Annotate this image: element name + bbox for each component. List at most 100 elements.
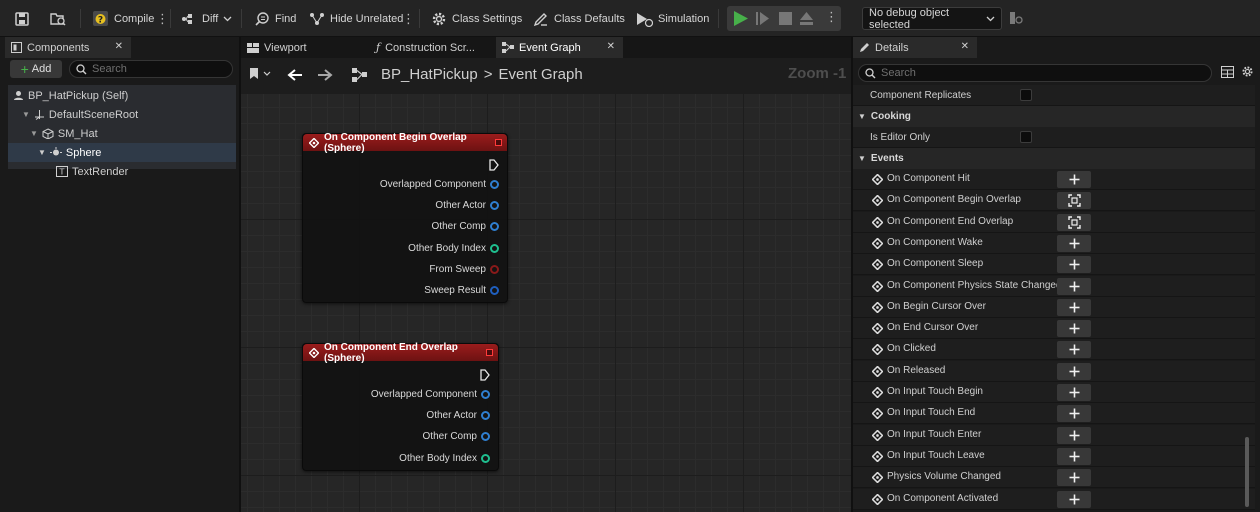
add-event-button[interactable]	[1057, 447, 1091, 465]
add-event-button[interactable]	[1057, 362, 1091, 380]
event-diamond-icon	[872, 472, 883, 484]
compile-button[interactable]: ? Compile	[92, 0, 154, 37]
pin-overlapped-component[interactable]: Overlapped Component	[371, 387, 490, 401]
breadcrumb-blueprint[interactable]: BP_HatPickup	[381, 66, 478, 83]
event-node-end-overlap[interactable]: On Component End Overlap (Sphere) Overla…	[302, 342, 499, 471]
play-options-button[interactable]: ⋮	[825, 10, 838, 24]
find-button[interactable]: Find	[254, 0, 296, 37]
components-tab-label: Components	[27, 41, 90, 54]
class-settings-button[interactable]: Class Settings	[431, 0, 522, 37]
pin-sweep-result[interactable]: Sweep Result	[424, 283, 499, 297]
hide-unrelated-button[interactable]: Hide Unrelated	[309, 0, 403, 37]
delegate-pin-icon[interactable]	[495, 139, 502, 146]
pin-other-actor[interactable]: Other Actor	[435, 198, 499, 212]
tree-item-text-render[interactable]: T TextRender	[8, 162, 236, 181]
add-event-button[interactable]	[1057, 171, 1091, 188]
go-to-event-button[interactable]	[1057, 213, 1091, 231]
save-button[interactable]	[14, 0, 30, 37]
add-event-button[interactable]	[1057, 234, 1091, 252]
bookmark-button[interactable]	[249, 67, 271, 80]
pin-overlapped-component[interactable]: Overlapped Component	[380, 177, 499, 191]
prop-row-component-replicates: Component Replicates	[853, 85, 1255, 106]
browse-button[interactable]	[49, 0, 67, 37]
pin-label: Other Actor	[435, 199, 486, 211]
tab-construction-script[interactable]: ƒ Construction Scr...	[371, 37, 496, 58]
add-event-button[interactable]	[1057, 277, 1091, 295]
event-row: On Clicked	[853, 339, 1255, 361]
tab-event-graph[interactable]: Event Graph ✕	[496, 37, 623, 58]
add-event-button[interactable]	[1057, 469, 1091, 487]
step-button[interactable]	[756, 11, 770, 26]
add-event-button[interactable]	[1057, 341, 1091, 359]
component-replicates-checkbox[interactable]	[1020, 89, 1032, 101]
plus-icon	[1069, 238, 1080, 249]
details-settings-button[interactable]	[1241, 65, 1254, 78]
close-icon[interactable]: ✕	[961, 41, 969, 52]
sphere-collision-icon	[49, 147, 62, 158]
delegate-pin-icon[interactable]	[486, 349, 493, 356]
pin-other-body-index[interactable]: Other Body Index	[408, 241, 499, 255]
pin-other-actor[interactable]: Other Actor	[426, 408, 490, 422]
compile-options-button[interactable]: ⋮	[156, 0, 169, 37]
stop-button[interactable]	[779, 12, 792, 25]
add-event-button[interactable]	[1057, 384, 1091, 401]
category-events[interactable]: ▼ Events	[853, 148, 1255, 169]
event-label: On Component Sleep	[887, 258, 984, 270]
event-row: On Input Touch Enter	[853, 424, 1255, 446]
diff-button[interactable]: Diff	[181, 0, 232, 37]
add-event-button[interactable]	[1057, 426, 1091, 444]
node-title: On Component Begin Overlap (Sphere)	[324, 131, 467, 154]
add-event-button[interactable]	[1057, 405, 1091, 423]
eject-button[interactable]	[799, 11, 814, 26]
property-matrix-button[interactable]	[1221, 66, 1234, 78]
debug-browse-button[interactable]	[1009, 11, 1023, 25]
simulation-button[interactable]: Simulation	[635, 0, 709, 37]
pin-other-body-index[interactable]: Other Body Index	[399, 451, 490, 465]
forward-button[interactable]	[317, 68, 333, 82]
class-defaults-button[interactable]: Class Defaults	[533, 0, 625, 37]
is-editor-only-checkbox[interactable]	[1020, 131, 1032, 143]
close-icon[interactable]: ✕	[115, 41, 123, 52]
category-cooking[interactable]: ▼ Cooking	[853, 106, 1255, 127]
add-event-button[interactable]	[1057, 320, 1091, 338]
event-diamond-icon	[872, 323, 883, 335]
add-event-button[interactable]	[1057, 298, 1091, 316]
components-search-input[interactable]: Search	[69, 60, 233, 78]
hide-unrelated-options-button[interactable]: ⋮	[402, 0, 415, 37]
toolbar-divider	[241, 9, 242, 28]
prop-label: Is Editor Only	[870, 131, 931, 143]
play-button[interactable]	[732, 10, 750, 27]
add-component-button[interactable]: + Add	[10, 60, 62, 78]
debug-object-select[interactable]: No debug object selected	[862, 7, 1002, 31]
tab-components[interactable]: Components ✕	[5, 37, 131, 58]
exec-out-pin[interactable]	[489, 158, 499, 172]
back-button[interactable]	[287, 68, 303, 82]
object-pin-icon	[481, 410, 490, 420]
tree-item-sphere[interactable]: ▼ Sphere	[8, 143, 236, 162]
pin-other-comp[interactable]: Other Comp	[423, 429, 490, 443]
tree-item-default-scene-root[interactable]: ▼ DefaultSceneRoot	[8, 105, 236, 124]
grid-icon	[1221, 66, 1234, 78]
arrow-right-icon	[317, 68, 333, 82]
breadcrumb-graph[interactable]: Event Graph	[498, 66, 582, 83]
close-icon[interactable]: ✕	[607, 41, 615, 52]
zoom-level: Zoom -1	[788, 65, 847, 82]
event-node-begin-overlap[interactable]: On Component Begin Overlap (Sphere) Over…	[302, 131, 508, 303]
graph-nav-bar: BP_HatPickup > Event Graph Zoom -1	[241, 58, 851, 94]
arrow-left-icon	[287, 68, 303, 82]
details-scrollbar[interactable]	[1245, 437, 1249, 507]
tree-item-self[interactable]: BP_HatPickup (Self)	[8, 86, 236, 105]
tab-viewport[interactable]: Viewport	[241, 37, 366, 58]
add-event-button[interactable]	[1057, 256, 1091, 274]
event-diamond-icon	[872, 280, 883, 292]
exec-out-pin[interactable]	[480, 368, 490, 382]
tree-item-sm-hat[interactable]: ▼ SM_Hat	[8, 124, 236, 143]
add-event-button[interactable]	[1057, 490, 1091, 508]
pin-from-sweep[interactable]: From Sweep	[429, 262, 499, 276]
details-search-input[interactable]: Search	[858, 64, 1212, 82]
event-row: On Input Touch End	[853, 403, 1255, 425]
go-to-event-button[interactable]	[1057, 192, 1091, 210]
pin-other-comp[interactable]: Other Comp	[432, 219, 499, 233]
plus-icon	[1069, 472, 1080, 483]
tab-details[interactable]: Details ✕	[853, 37, 977, 58]
